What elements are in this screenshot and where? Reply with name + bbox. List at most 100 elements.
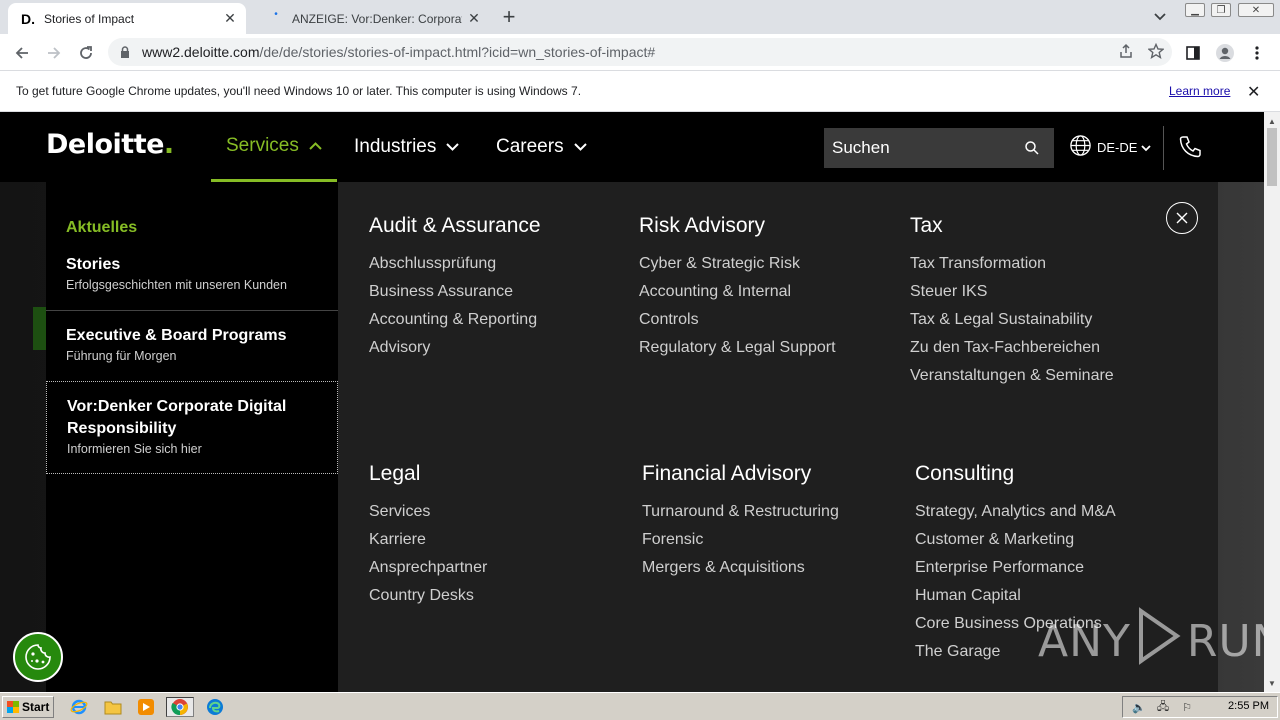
nav-industries-label: Industries — [354, 136, 437, 157]
menu-link[interactable]: Country Desks — [369, 582, 487, 610]
menu-link[interactable]: Veranstaltungen & Seminare — [910, 362, 1114, 390]
network-icon[interactable]: 🖧 — [1155, 699, 1171, 715]
menu-link[interactable]: Advisory — [369, 334, 541, 362]
nav-services[interactable]: Services — [211, 112, 337, 182]
action-center-flag-icon[interactable]: ⚐ — [1179, 699, 1195, 715]
menu-link[interactable]: Strategy, Analytics and M&A — [915, 498, 1116, 526]
featured-item-title: Vor:Denker Corporate Digital Responsibil… — [67, 398, 287, 437]
page-scrollbar[interactable]: ▲ ▼ — [1264, 112, 1280, 692]
menu-link[interactable]: Accounting & Internal — [639, 278, 836, 306]
clock[interactable]: 2:55 PM — [1228, 700, 1269, 712]
media-player-icon[interactable] — [135, 697, 157, 717]
column-heading[interactable]: Tax — [910, 214, 1114, 238]
chrome-taskbar-icon[interactable] — [166, 697, 194, 717]
explorer-folder-icon[interactable] — [102, 697, 124, 717]
back-button[interactable] — [9, 40, 35, 66]
close-window-button[interactable]: ✕ — [1236, 0, 1276, 20]
featured-heading: Aktuelles — [66, 219, 138, 236]
close-tab-icon[interactable]: ✕ — [218, 7, 242, 31]
menu-link[interactable]: Services — [369, 498, 487, 526]
column-heading[interactable]: Risk Advisory — [639, 214, 836, 238]
chevron-down-icon — [573, 143, 587, 151]
tab-search-chevron-icon[interactable] — [1150, 8, 1170, 26]
scroll-thumb[interactable] — [1267, 128, 1277, 186]
nav-careers[interactable]: Careers — [496, 112, 587, 182]
featured-item-stories[interactable]: Stories Erfolgsgeschichten mit unseren K… — [46, 254, 338, 311]
web-page: Deloitte. Services Industries Careers Su… — [0, 112, 1264, 692]
infobar-message: To get future Google Chrome updates, you… — [16, 84, 582, 98]
side-panel-icon[interactable] — [1180, 40, 1206, 66]
menu-link[interactable]: Regulatory & Legal Support — [639, 334, 836, 362]
menu-link[interactable]: Business Assurance — [369, 278, 541, 306]
menu-link[interactable]: Controls — [639, 306, 836, 334]
chrome-menu-icon[interactable] — [1244, 40, 1270, 66]
close-tab-icon[interactable]: ✕ — [462, 7, 486, 31]
menu-link[interactable]: Karriere — [369, 526, 487, 554]
edge-icon[interactable] — [204, 697, 226, 717]
tab-strip: D. Stories of Impact ✕ • ANZEIGE: Vor:De… — [0, 0, 1280, 34]
featured-item-executive-board[interactable]: Executive & Board Programs Führung für M… — [46, 325, 338, 381]
address-bar[interactable]: www2.deloitte.com/de/de/stories/stories-… — [108, 38, 1172, 66]
featured-item-subtitle: Erfolgsgeschichten mit unseren Kunden — [66, 278, 287, 292]
featured-item-vordenker[interactable]: Vor:Denker Corporate Digital Responsibil… — [46, 381, 338, 474]
menu-link[interactable]: Tax & Legal Sustainability — [910, 306, 1114, 334]
close-menu-button[interactable] — [1166, 202, 1198, 234]
profile-avatar-icon[interactable] — [1212, 40, 1238, 66]
speaker-icon[interactable]: 🔈 — [1131, 699, 1147, 715]
share-icon[interactable] — [1118, 43, 1134, 62]
menu-link[interactable]: Turnaround & Restructuring — [642, 498, 839, 526]
update-infobar: To get future Google Chrome updates, you… — [0, 71, 1280, 112]
system-tray: 🔈 🖧 ⚐ 2:55 PM — [1122, 696, 1278, 718]
tab-stories-of-impact[interactable]: D. Stories of Impact ✕ — [8, 3, 246, 34]
infobar-close-icon[interactable]: ✕ — [1247, 82, 1260, 102]
menu-link[interactable]: Forensic — [642, 526, 839, 554]
scroll-down-icon[interactable]: ▼ — [1264, 676, 1280, 690]
menu-link[interactable]: Enterprise Performance — [915, 554, 1116, 582]
url-path: /de/de/stories/stories-of-impact.html?ic… — [259, 44, 656, 60]
forward-button[interactable] — [41, 40, 67, 66]
column-audit-assurance: Audit & Assurance Abschlussprüfung Busin… — [369, 214, 541, 362]
globe-icon — [1069, 134, 1092, 160]
menu-link[interactable]: Human Capital — [915, 582, 1116, 610]
tab-title: Stories of Impact — [44, 11, 135, 26]
new-tab-button[interactable]: + — [496, 4, 522, 29]
deloitte-logo[interactable]: Deloitte. — [46, 129, 174, 160]
search-input[interactable]: Suchen — [824, 128, 1054, 168]
column-heading[interactable]: Legal — [369, 462, 487, 486]
tab-anzeige[interactable]: • ANZEIGE: Vor:Denker: Corporate Di ✕ — [254, 3, 490, 34]
nav-industries[interactable]: Industries — [354, 112, 460, 182]
search-placeholder: Suchen — [832, 138, 890, 157]
learn-more-link[interactable]: Learn more — [1169, 84, 1230, 98]
restore-button[interactable]: ❐ — [1208, 0, 1234, 20]
minimize-button[interactable]: ▁ — [1182, 0, 1208, 20]
bookmark-star-icon[interactable] — [1147, 42, 1165, 62]
menu-link[interactable]: Tax Transformation — [910, 250, 1114, 278]
language-selector[interactable]: DE-DE — [1069, 134, 1152, 160]
featured-item-subtitle: Informieren Sie sich hier — [67, 442, 202, 456]
column-heading[interactable]: Financial Advisory — [642, 462, 839, 486]
scroll-up-icon[interactable]: ▲ — [1264, 114, 1280, 128]
menu-link[interactable]: Abschlussprüfung — [369, 250, 541, 278]
menu-link[interactable]: Zu den Tax-Fachbereichen — [910, 334, 1114, 362]
search-icon[interactable] — [1024, 140, 1040, 161]
loading-favicon-icon: • — [274, 8, 278, 20]
phone-icon[interactable] — [1177, 134, 1203, 165]
menu-link[interactable]: Cyber & Strategic Risk — [639, 250, 836, 278]
column-heading[interactable]: Audit & Assurance — [369, 214, 541, 238]
cookie-settings-button[interactable] — [13, 632, 63, 682]
column-legal: Legal Services Karriere Ansprechpartner … — [369, 462, 487, 610]
play-logo-icon — [1137, 607, 1181, 676]
reload-button[interactable] — [73, 40, 99, 66]
menu-link[interactable]: Customer & Marketing — [915, 526, 1116, 554]
lock-icon[interactable] — [120, 46, 134, 58]
ie-icon[interactable] — [68, 697, 90, 717]
menu-link[interactable]: Mergers & Acquisitions — [642, 554, 839, 582]
menu-link[interactable]: Accounting & Reporting — [369, 306, 541, 334]
menu-link[interactable]: Steuer IKS — [910, 278, 1114, 306]
start-button[interactable]: Start — [2, 696, 54, 718]
column-heading[interactable]: Consulting — [915, 462, 1116, 486]
column-financial-advisory: Financial Advisory Turnaround & Restruct… — [642, 462, 839, 582]
mega-menu-featured: Aktuelles Stories Erfolgsgeschichten mit… — [46, 182, 338, 692]
chevron-up-icon — [309, 141, 322, 150]
menu-link[interactable]: Ansprechpartner — [369, 554, 487, 582]
